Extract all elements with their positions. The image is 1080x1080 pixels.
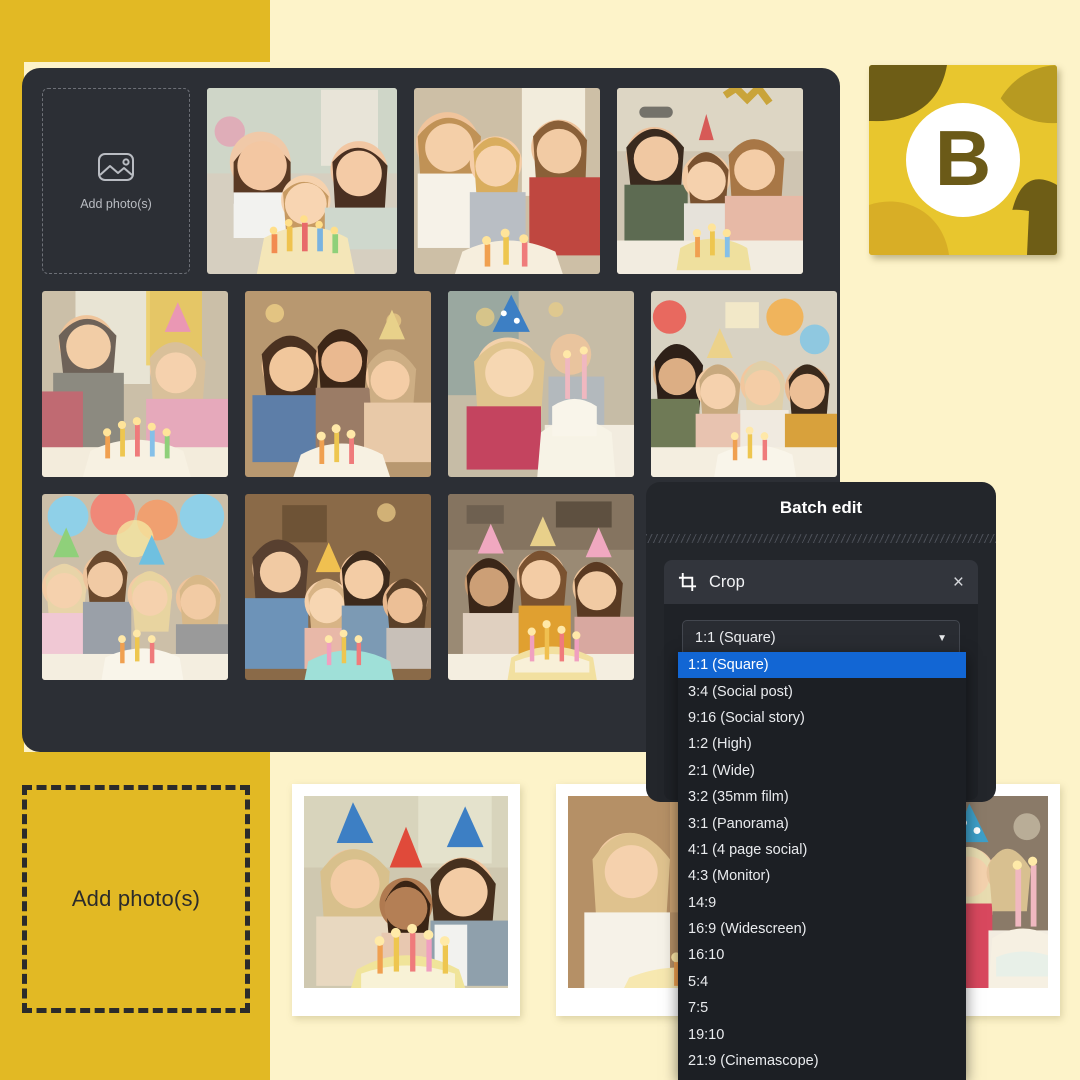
photo-thumbnail[interactable]: [448, 494, 634, 680]
photo-thumbnail[interactable]: [42, 291, 228, 477]
photo-image: [651, 291, 837, 477]
image-add-icon: [98, 153, 134, 181]
photo-thumbnail[interactable]: [245, 291, 431, 477]
aspect-ratio-value: 1:1 (Square): [695, 630, 776, 646]
photo-thumbnail[interactable]: [414, 88, 600, 274]
logo-letter: B: [934, 114, 992, 202]
dropdown-option[interactable]: 1:2 (High): [678, 731, 966, 757]
dropdown-option[interactable]: 4:1 (4 page social): [678, 837, 966, 863]
dropdown-option[interactable]: 19:10: [678, 1021, 966, 1047]
photo-image: [207, 88, 397, 274]
polaroid-card[interactable]: [292, 784, 520, 1016]
dropdown-option[interactable]: 3:2 (35mm film): [678, 784, 966, 810]
dropdown-option[interactable]: 4:3 (Monitor): [678, 863, 966, 889]
brand-logo-tile: B: [869, 65, 1057, 255]
photo-thumbnail[interactable]: [448, 291, 634, 477]
add-photos-label: Add photo(s): [80, 197, 152, 211]
background-gold-block-top: [0, 0, 270, 62]
crop-tool-label: Crop: [709, 572, 745, 591]
photo-thumbnail[interactable]: [207, 88, 397, 274]
photo-image: [448, 494, 634, 680]
photo-image: [42, 291, 228, 477]
dropdown-option[interactable]: 16:9 (Widescreen): [678, 916, 966, 942]
aspect-ratio-dropdown[interactable]: 1:1 (Square) 3:4 (Social post) 9:16 (Socia…: [678, 652, 966, 1080]
dropdown-option[interactable]: 2:1 (Wide): [678, 758, 966, 784]
background-gold-strip-left: [0, 62, 24, 752]
dropdown-option[interactable]: 5:4: [678, 969, 966, 995]
dropdown-option[interactable]: 1:1 (Square): [678, 652, 966, 679]
photo-image: [245, 291, 431, 477]
dropdown-option[interactable]: 21:9 (Cinemascope): [678, 1048, 966, 1074]
photo-image: [245, 494, 431, 680]
dropdown-option[interactable]: 7:5: [678, 995, 966, 1021]
logo-circle: B: [906, 103, 1020, 217]
dropdown-option[interactable]: 14:9: [678, 890, 966, 916]
photo-image: [617, 88, 803, 274]
photo-thumbnail[interactable]: [42, 494, 228, 680]
photo-image: [304, 796, 508, 988]
chevron-down-icon: ▼: [937, 632, 947, 644]
photo-image: [952, 796, 1048, 988]
photo-grid-row: [42, 291, 837, 477]
dropzone-label: Add photo(s): [71, 886, 201, 911]
polaroid-photo: [952, 796, 1048, 988]
dropdown-option[interactable]: 3:1 (Panorama): [678, 810, 966, 836]
panel-divider-hatch: [646, 534, 996, 543]
batch-edit-title: Batch edit: [779, 498, 863, 517]
add-photos-dropzone[interactable]: Add photo(s): [22, 785, 250, 1013]
photo-thumbnail[interactable]: [245, 494, 431, 680]
app-canvas: B Add photo(s) Add photo(s) Batch edit C…: [0, 0, 1080, 1080]
close-icon[interactable]: ×: [953, 573, 964, 592]
photo-thumbnail[interactable]: [617, 88, 803, 274]
photo-thumbnail[interactable]: [651, 291, 837, 477]
dropdown-option[interactable]: 9:16 (Social story): [678, 705, 966, 731]
dropdown-option[interactable]: 3:4 (Social post): [678, 678, 966, 704]
crop-icon: [678, 572, 697, 591]
polaroid-photo: [304, 796, 508, 988]
add-photos-tile[interactable]: Add photo(s): [42, 88, 190, 274]
dropdown-option[interactable]: 16:10: [678, 942, 966, 968]
photo-image: [414, 88, 600, 274]
aspect-ratio-select[interactable]: 1:1 (Square) ▼: [682, 620, 960, 656]
crop-tool-header: Crop ×: [664, 560, 978, 604]
photo-image: [448, 291, 634, 477]
photo-image: [42, 494, 228, 680]
photo-grid-row: Add photo(s): [42, 88, 820, 274]
